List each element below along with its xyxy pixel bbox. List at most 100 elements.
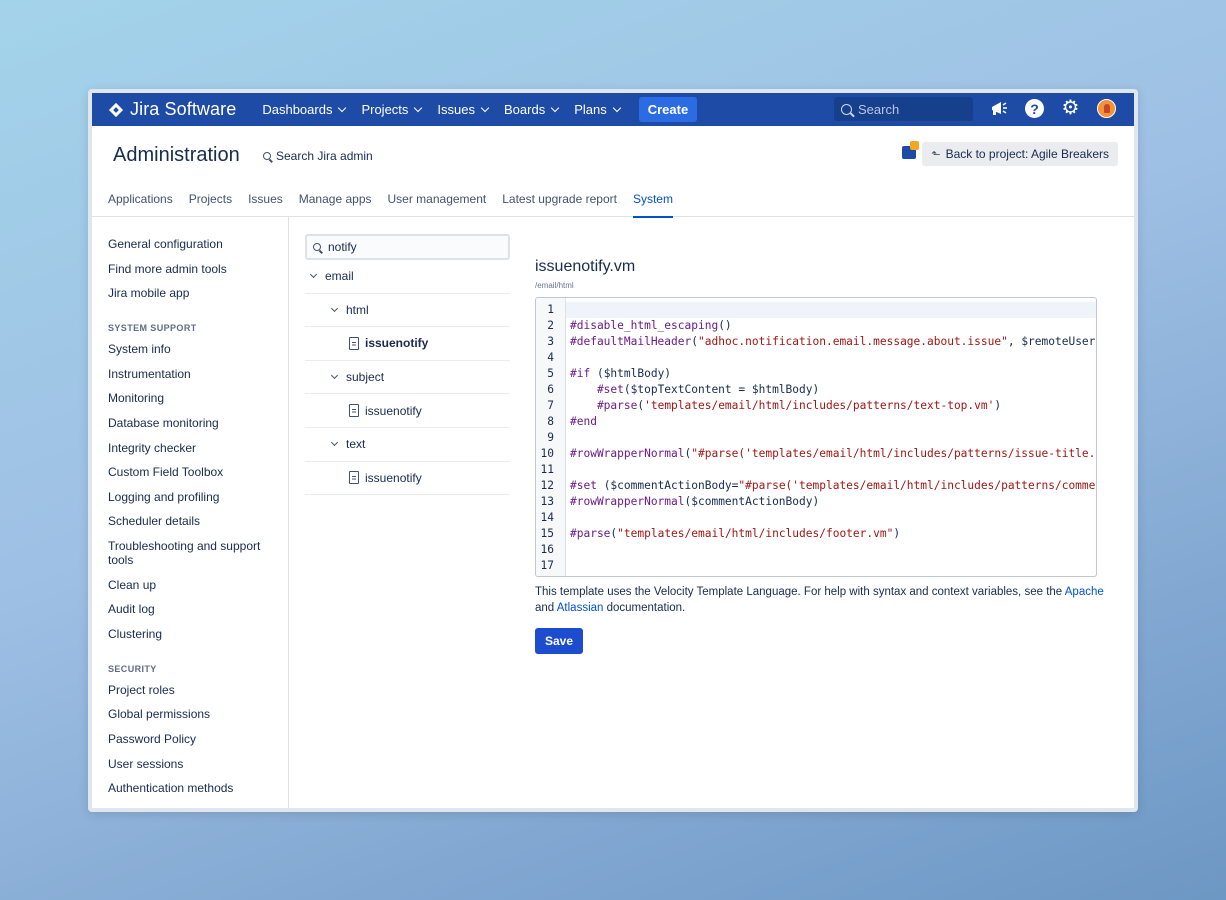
tab-manage-apps[interactable]: Manage apps xyxy=(299,184,372,217)
code-token: "#parse('templates/email/html/includes/p… xyxy=(738,479,1096,492)
nav-projects[interactable]: Projects xyxy=(361,102,423,117)
sidebar-item-password-policy[interactable]: Password Policy xyxy=(108,732,288,746)
gear-icon[interactable]: ⚙ xyxy=(1061,98,1080,118)
sidebar-item-authentication-methods[interactable]: Authentication methods xyxy=(108,781,288,795)
help-text: This template uses the Velocity Template… xyxy=(535,584,1105,616)
save-button[interactable]: Save xyxy=(535,628,584,654)
sidebar-item-monitoring[interactable]: Monitoring xyxy=(108,391,288,405)
sidebar-item-instrumentation[interactable]: Instrumentation xyxy=(108,367,288,381)
sidebar-item-project-roles[interactable]: Project roles xyxy=(108,683,288,697)
template-filter-input[interactable]: notify xyxy=(305,234,510,260)
code-token: ) xyxy=(994,399,1002,412)
sidebar-item-integrity-checker[interactable]: Integrity checker xyxy=(108,441,288,455)
line-number: 15 xyxy=(540,527,554,540)
megaphone-icon[interactable] xyxy=(989,99,1008,118)
code-token: "#parse('templates/email/html/includes/p… xyxy=(691,447,1097,460)
chevron-down-icon xyxy=(330,304,339,312)
nav-issues[interactable]: Issues xyxy=(437,102,490,117)
sidebar-item-user-sessions[interactable]: User sessions xyxy=(108,757,288,771)
sidebar-item-audit-log[interactable]: Audit log xyxy=(108,602,288,616)
code-token: #parse xyxy=(570,399,638,412)
apache-link[interactable]: Apache xyxy=(1065,586,1104,598)
nav-label: Dashboards xyxy=(262,102,333,117)
chevron-down-icon xyxy=(330,372,339,380)
sidebar-item-global-permissions[interactable]: Global permissions xyxy=(108,707,288,721)
code-line: #rowWrapperNormal($commentActionBody) xyxy=(570,494,1096,510)
code-token: #disable_html_escaping xyxy=(570,319,719,332)
template-editor-pane: issuenotify.vm /email/html 1 2 3 4 5 6 7 8 9 10 11… xyxy=(511,217,1134,808)
brand-name: Jira Software xyxy=(130,99,237,119)
feedback-icon[interactable] xyxy=(902,141,919,159)
help-icon[interactable]: ? xyxy=(1025,99,1044,118)
tree-folder-text[interactable]: text xyxy=(305,428,510,462)
tab-issues[interactable]: Issues xyxy=(248,184,283,217)
sidebar-item-clustering[interactable]: Clustering xyxy=(108,627,288,641)
line-number: 6 xyxy=(547,383,554,396)
code-line: #set ($commentActionBody="#parse('templa… xyxy=(570,478,1096,494)
sidebar-item-troubleshooting[interactable]: Troubleshooting and support tools xyxy=(108,539,278,567)
chevron-down-icon xyxy=(414,103,423,112)
code-editor[interactable]: 1 2 3 4 5 6 7 8 9 10 11 12 13 14 15 16 17 #disable_html_… xyxy=(535,297,1097,577)
tree-folder-html[interactable]: html xyxy=(305,294,510,328)
code-token: 'templates/email/html/includes/patterns/… xyxy=(644,399,995,412)
nav-label: Projects xyxy=(361,102,409,117)
tree-folder-subject[interactable]: subject xyxy=(305,361,510,395)
tab-projects[interactable]: Projects xyxy=(189,184,232,217)
sidebar-item-custom-field-toolbox[interactable]: Custom Field Toolbox xyxy=(108,465,288,479)
chevron-down-icon xyxy=(330,439,339,447)
search-icon xyxy=(313,243,321,251)
tree-file-html-issuenotify[interactable]: issuenotify xyxy=(305,327,510,361)
nav-label: Plans xyxy=(574,102,607,117)
line-number: 13 xyxy=(540,495,554,508)
line-number: 5 xyxy=(547,367,554,380)
sidebar-item-jira-mobile-app[interactable]: Jira mobile app xyxy=(108,286,288,300)
browser-window: Jira Software Dashboards Projects Issues… xyxy=(88,89,1138,812)
create-button[interactable]: Create xyxy=(638,97,698,122)
tab-latest-upgrade-report[interactable]: Latest upgrade report xyxy=(502,184,617,217)
sidebar-item-clean-up[interactable]: Clean up xyxy=(108,578,288,592)
nav-plans[interactable]: Plans xyxy=(574,102,621,117)
code-token: ($commentActionBody= xyxy=(596,479,739,492)
tree-folder-email[interactable]: email xyxy=(305,260,510,294)
nav-menu: Dashboards Projects Issues Boards Plans … xyxy=(262,97,698,122)
sidebar-item-system-info[interactable]: System info xyxy=(108,342,288,356)
line-number: 11 xyxy=(540,463,554,476)
back-to-project-button[interactable]: ⬑ Back to project: Agile Breakers xyxy=(922,142,1118,166)
nav-dashboards[interactable]: Dashboards xyxy=(262,102,347,117)
sidebar-item-logging-and-profiling[interactable]: Logging and profiling xyxy=(108,490,288,504)
back-label: Back to project: Agile Breakers xyxy=(945,147,1109,161)
back-arrow-icon: ⬑ xyxy=(931,148,941,161)
tree-label: issuenotify xyxy=(365,470,422,485)
sidebar-item-general-configuration[interactable]: General configuration xyxy=(108,237,288,251)
admin-search-link[interactable]: Search Jira admin xyxy=(263,149,373,163)
chevron-down-icon xyxy=(612,103,621,112)
code-line: #parse("templates/email/html/includes/fo… xyxy=(570,526,1096,542)
nav-boards[interactable]: Boards xyxy=(504,102,560,117)
sidebar-item-scheduler-details[interactable]: Scheduler details xyxy=(108,514,288,528)
line-number: 12 xyxy=(540,479,554,492)
atlassian-link[interactable]: Atlassian xyxy=(557,602,604,614)
avatar[interactable] xyxy=(1097,99,1116,118)
tab-user-management[interactable]: User management xyxy=(388,184,487,217)
tab-applications[interactable]: Applications xyxy=(108,184,173,217)
global-search-input[interactable]: Search xyxy=(834,97,973,121)
line-number: 10 xyxy=(540,447,554,460)
tree-file-subject-issuenotify[interactable]: issuenotify xyxy=(305,394,510,428)
admin-tabs: Applications Projects Issues Manage apps… xyxy=(92,184,1134,218)
sidebar-item-find-more-admin-tools[interactable]: Find more admin tools xyxy=(108,262,288,276)
tab-system[interactable]: System xyxy=(632,184,673,218)
tree-label: email xyxy=(325,269,354,284)
sidebar-item-database-monitoring[interactable]: Database monitoring xyxy=(108,416,288,430)
jira-logo[interactable]: Jira Software xyxy=(108,99,236,120)
help-text-end: documentation. xyxy=(603,602,686,614)
chevron-down-icon xyxy=(338,103,347,112)
tree-file-text-issuenotify[interactable]: issuenotify xyxy=(305,462,510,496)
file-path: /email/html xyxy=(535,281,574,290)
chevron-down-icon xyxy=(480,103,490,112)
code-line: #if ($htmlBody) xyxy=(570,366,1096,382)
code-line: #set($topTextContent = $htmlBody) xyxy=(570,382,1096,398)
chevron-down-icon xyxy=(550,103,560,112)
help-text-start: This template uses the Velocity Template… xyxy=(535,586,1065,598)
